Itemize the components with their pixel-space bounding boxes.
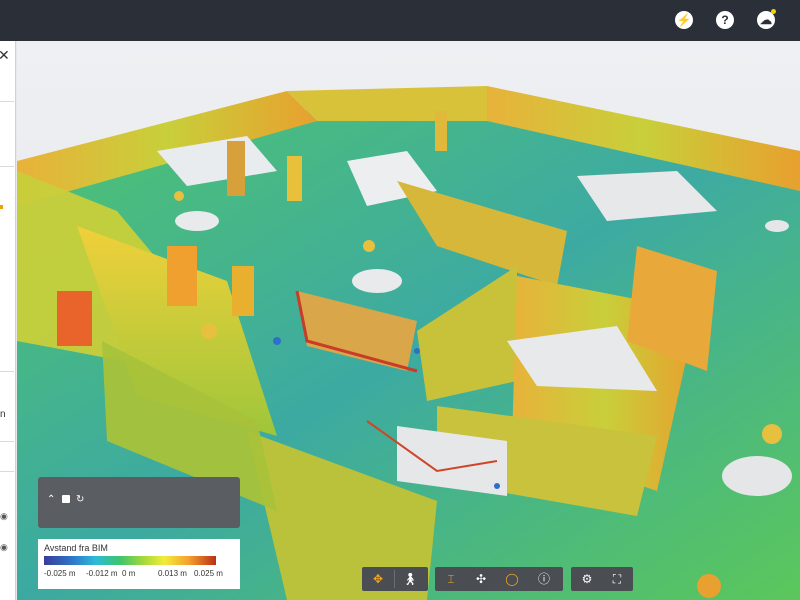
top-bar: ⚡ ? ☁ [0, 0, 800, 41]
eye-icon[interactable]: ◉ [0, 511, 8, 522]
side-panel: ✕ n ◉ ◉ [0, 41, 16, 600]
account-cloud-icon[interactable]: ☁ [757, 9, 776, 29]
navigation-toolbar: ✥ 🚶︎ [362, 567, 428, 591]
help-icon[interactable]: ? [716, 11, 734, 29]
orbit-icon[interactable]: ✥ [365, 569, 391, 589]
view-toolbar: ⚙ ⛶ [571, 567, 633, 591]
fullscreen-icon[interactable]: ⛶ [604, 569, 630, 589]
checkbox-icon[interactable] [62, 495, 70, 503]
legend-tick: -0.025 m [44, 569, 76, 578]
measure-icon[interactable]: ⌶ [438, 569, 464, 589]
close-icon[interactable]: ✕ [0, 47, 10, 64]
chevron-up-icon[interactable]: ⌃ [47, 494, 55, 505]
settings-icon[interactable]: ⚙ [574, 569, 600, 589]
divider [0, 166, 14, 167]
color-legend: Avstand fra BIM -0.025 m -0.012 m 0 m 0.… [38, 539, 240, 589]
circle-icon[interactable]: ◯ [499, 569, 525, 589]
divider [0, 101, 14, 102]
accent-marker [0, 205, 3, 209]
divider [394, 570, 395, 588]
legend-tick: 0 m [122, 569, 136, 578]
walk-icon[interactable]: 🚶︎ [397, 569, 423, 589]
divider [0, 371, 14, 372]
legend-title: Avstand fra BIM [44, 543, 108, 553]
tools-toolbar: ⌶ ✣ ◯ ⓘ [435, 567, 563, 591]
info-icon[interactable]: ⓘ [531, 569, 557, 589]
refresh-icon[interactable]: ↻ [76, 494, 84, 505]
layer-control-box: ⌃ ↻ [38, 477, 240, 528]
divider [0, 441, 14, 442]
legend-tick: 0.013 m [158, 569, 187, 578]
lightning-icon[interactable]: ⚡ [675, 11, 693, 29]
legend-color-bar [44, 556, 216, 565]
eye-icon[interactable]: ◉ [0, 542, 8, 553]
notification-dot [771, 9, 776, 14]
side-text-fragment: n [0, 409, 6, 420]
legend-tick: -0.012 m [86, 569, 118, 578]
legend-tick: 0.025 m [194, 569, 223, 578]
move-icon[interactable]: ✣ [468, 569, 494, 589]
divider [0, 471, 14, 472]
